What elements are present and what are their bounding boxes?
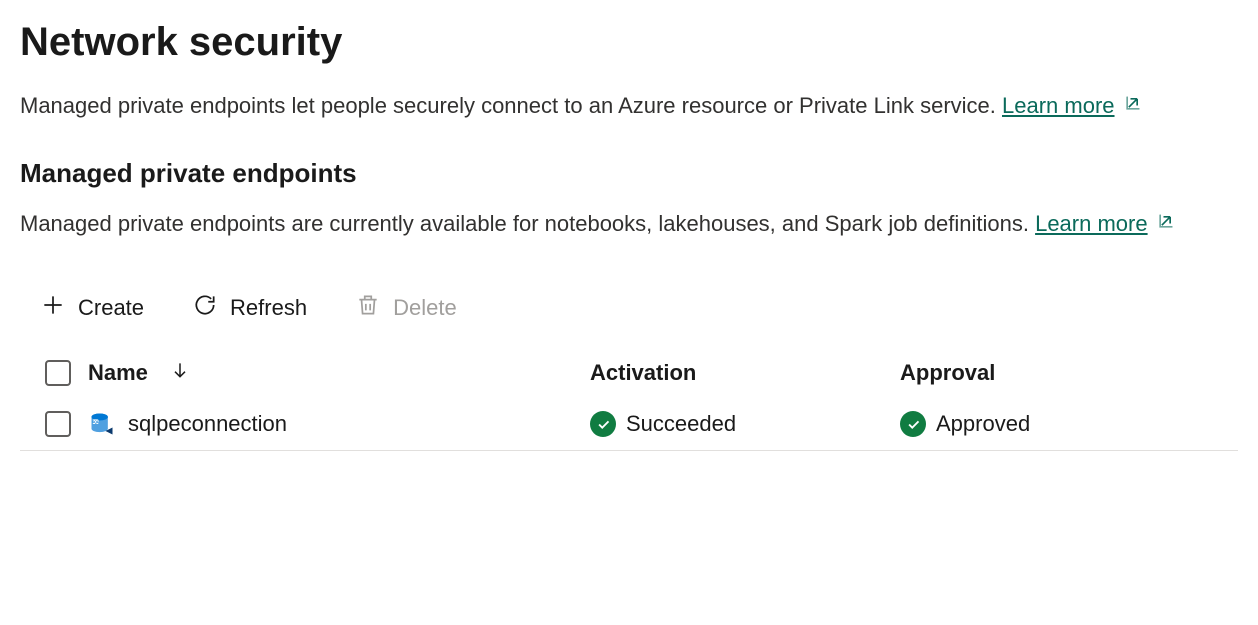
section-title: Managed private endpoints [20,158,1238,189]
header-approval-text: Approval [900,360,995,386]
header-name[interactable]: Name [88,360,590,386]
table-header: Name Activation Approval [20,348,1238,398]
trash-icon [355,292,381,324]
page-description-text: Managed private endpoints let people sec… [20,93,1002,118]
header-activation[interactable]: Activation [590,360,900,386]
row-activation: Succeeded [626,411,736,437]
header-name-text: Name [88,360,148,386]
check-circle-icon [900,411,926,437]
section-learn-more-link[interactable]: Learn more [1035,207,1176,240]
check-circle-icon [590,411,616,437]
table-row[interactable]: SQL sqlpeconnection Succeeded Approved [20,398,1238,451]
learn-more-text: Learn more [1002,89,1115,122]
select-all-checkbox[interactable] [45,360,71,386]
external-link-icon [1156,207,1176,240]
row-name: sqlpeconnection [128,411,287,437]
external-link-icon [1123,89,1143,122]
delete-button: Delete [355,292,457,324]
svg-text:SQL: SQL [92,420,100,424]
toolbar: Create Refresh Delete [20,276,1238,348]
plus-icon [40,292,66,324]
section-learn-more-text: Learn more [1035,207,1148,240]
sql-resource-icon: SQL [88,410,116,438]
create-label: Create [78,295,144,321]
refresh-button[interactable]: Refresh [192,292,307,324]
delete-label: Delete [393,295,457,321]
row-approval: Approved [936,411,1030,437]
page-title: Network security [20,20,1238,65]
refresh-label: Refresh [230,295,307,321]
section-description-text: Managed private endpoints are currently … [20,211,1035,236]
page-description: Managed private endpoints let people sec… [20,89,1238,122]
learn-more-link[interactable]: Learn more [1002,89,1143,122]
header-activation-text: Activation [590,360,696,386]
refresh-icon [192,292,218,324]
endpoints-table: Name Activation Approval SQL sqlpeconnec… [20,348,1238,451]
section-description: Managed private endpoints are currently … [20,207,1238,240]
create-button[interactable]: Create [40,292,144,324]
row-checkbox[interactable] [45,411,71,437]
sort-arrow-down-icon [160,360,190,386]
header-approval[interactable]: Approval [900,360,1230,386]
